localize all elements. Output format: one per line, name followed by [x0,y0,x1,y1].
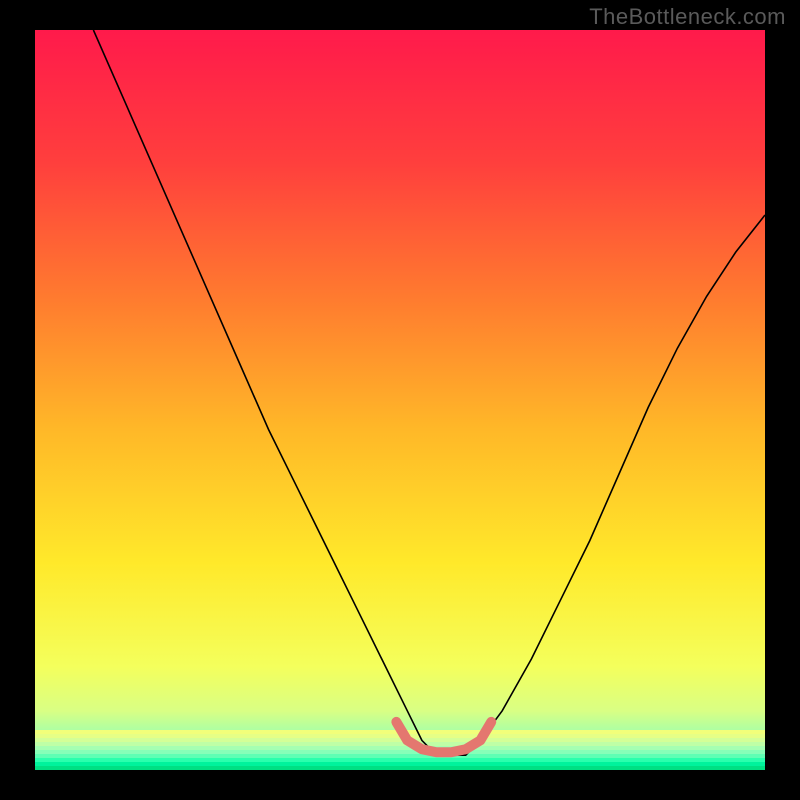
bottleneck-curve [93,30,765,755]
curve-layer [35,30,765,770]
accent-bottom-segment [396,722,491,752]
chart-frame: { "watermark": "TheBottleneck.com", "col… [0,0,800,800]
plot-area [35,30,765,770]
watermark-text: TheBottleneck.com [589,4,786,30]
